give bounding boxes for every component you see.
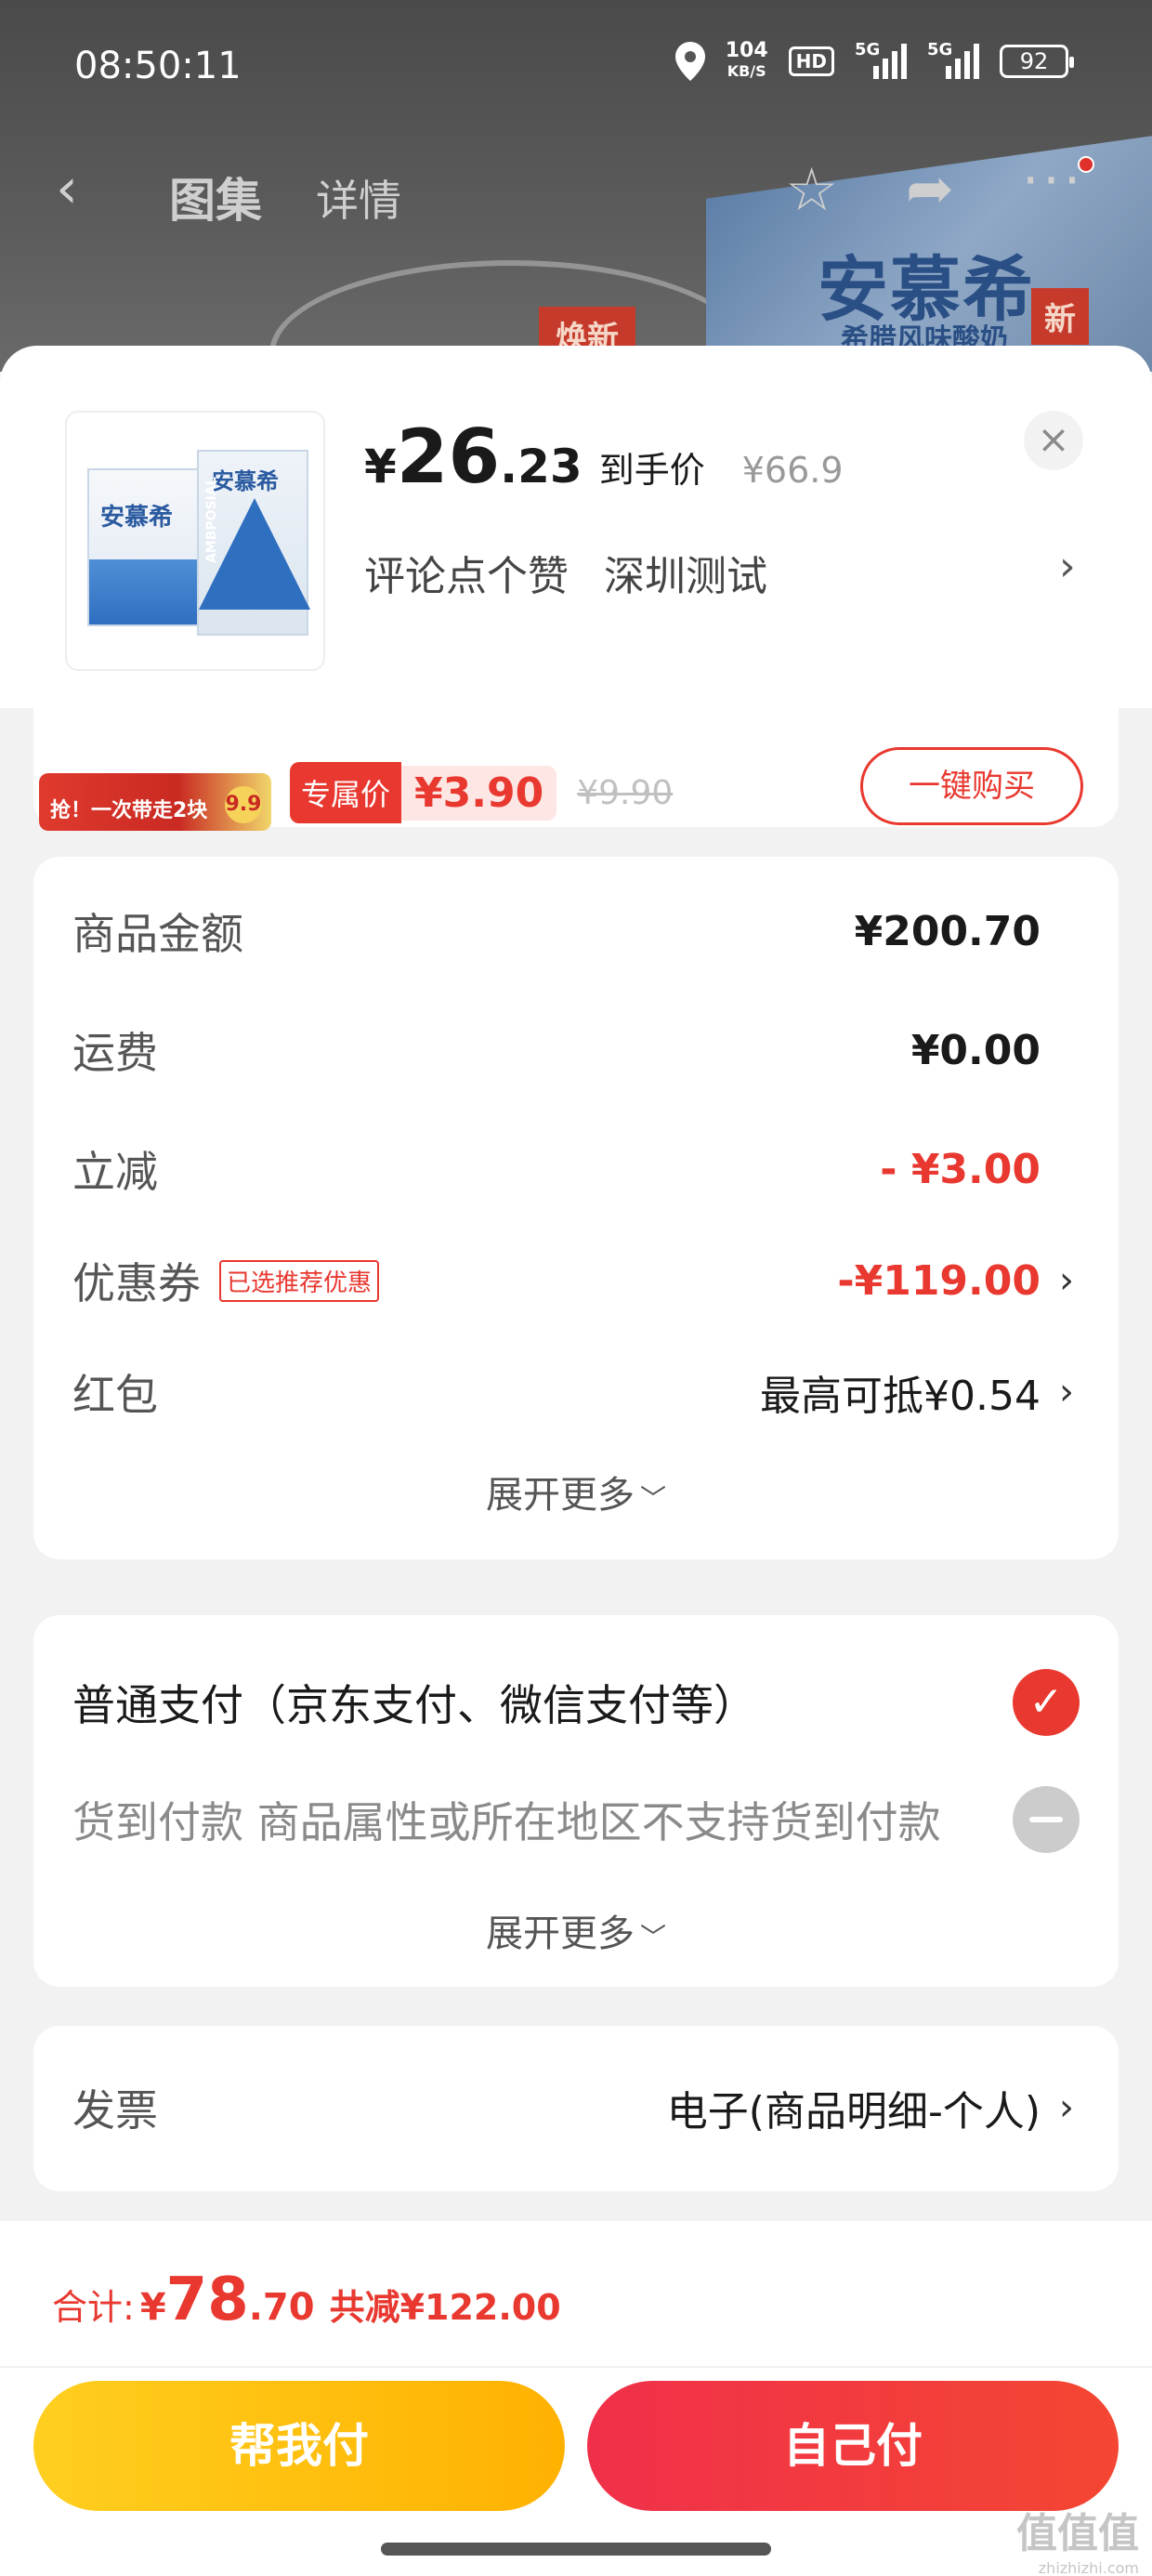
total-amount: 合计: ¥ 78 .70 共减¥122.00 bbox=[52, 2266, 561, 2334]
addon-original-price: ¥9.90 bbox=[577, 773, 674, 812]
expand-more-summary[interactable]: 展开更多 ﹀ bbox=[33, 1465, 1119, 1518]
summary-value: ¥0.00 bbox=[910, 1026, 1041, 1074]
addon-banner: 抢！一次带走2块 9.9 bbox=[39, 773, 271, 831]
total-symbol: ¥ bbox=[139, 2286, 166, 2329]
thumb-brand: 安慕希 bbox=[100, 504, 174, 532]
tab-detail[interactable]: 详情 bbox=[316, 167, 401, 229]
invoice-label: 发票 bbox=[72, 2085, 158, 2136]
summary-row-goods: 商品金额 ¥200.70 › bbox=[72, 903, 1080, 960]
chevron-down-icon: ﹀ bbox=[639, 1483, 666, 1514]
disabled-icon bbox=[1013, 1786, 1080, 1853]
status-icons: 104 KB/S HD 5G 5G 92 bbox=[674, 40, 1074, 82]
invoice-card[interactable]: 发票 电子(商品明细-个人) › bbox=[33, 2026, 1119, 2191]
addon-banner-badge: 9.9 bbox=[225, 786, 262, 823]
summary-value: -¥119.00 bbox=[837, 1256, 1041, 1305]
addon-price-value: ¥3.90 bbox=[401, 765, 557, 821]
summary-row-discount: 立减 - ¥3.00 › bbox=[72, 1141, 1080, 1198]
thumb-brand-2: 安慕希 bbox=[212, 468, 279, 494]
price-tag-label: 到手价 bbox=[598, 450, 705, 491]
chevron-right-icon: › bbox=[1059, 1371, 1074, 1413]
thumb-package-2: 安慕希 AMBPOSIAL bbox=[197, 450, 310, 636]
total-decimal: .70 bbox=[248, 2286, 315, 2329]
close-icon[interactable]: × bbox=[1024, 411, 1083, 470]
tab-gallery[interactable]: 图集 bbox=[169, 164, 262, 230]
summary-value: - ¥3.00 bbox=[880, 1145, 1041, 1193]
expand-more-payment[interactable]: 展开更多 ﹀ bbox=[33, 1903, 1119, 1957]
payment-option-cod: 货到付款 商品属性或所在地区不支持货到付款 bbox=[72, 1782, 1080, 1857]
total-saved: 共减¥122.00 bbox=[329, 2287, 561, 2328]
help-pay-button[interactable]: 帮我付 bbox=[33, 2381, 565, 2511]
self-pay-button[interactable]: 自己付 bbox=[587, 2381, 1119, 2511]
watermark-text: 值值值 bbox=[1016, 2510, 1139, 2557]
addon-banner-text: 抢！一次带走2块 bbox=[50, 799, 208, 822]
order-summary-card: 商品金额 ¥200.70 › 运费 ¥0.00 › 立减 - ¥3.00 › 优… bbox=[33, 857, 1119, 1559]
watermark-sub: zhizhizhi.com bbox=[1038, 2559, 1139, 2576]
addon-exclusive-tag: 专属价 bbox=[290, 762, 402, 823]
total-integer: 78 bbox=[165, 2266, 249, 2334]
payment-normal-label: 普通支付（京东支付、微信支付等） bbox=[72, 1680, 756, 1730]
price-decimal: .23 bbox=[500, 440, 583, 493]
checkout-footer: 合计: ¥ 78 .70 共减¥122.00 帮我付 自己付 bbox=[0, 2221, 1152, 2576]
divider bbox=[0, 2366, 1152, 2368]
comment-text: 评论点个赞 bbox=[364, 553, 569, 600]
summary-value: ¥200.70 bbox=[854, 907, 1041, 955]
summary-value: 最高可抵¥0.54 bbox=[760, 1373, 1041, 1420]
favorite-star-icon[interactable]: ☆ bbox=[785, 156, 838, 225]
summary-row-shipping: 运费 ¥0.00 › bbox=[72, 1022, 1080, 1079]
hd-icon: HD bbox=[788, 46, 834, 76]
thumb-side-text: AMBPOSIAL bbox=[204, 477, 219, 563]
payment-method-card: 普通支付（京东支付、微信支付等） ✓ 货到付款 商品属性或所在地区不支持货到付款… bbox=[33, 1615, 1119, 1987]
original-price: ¥66.9 bbox=[741, 450, 844, 491]
net-speed-value: 104 bbox=[725, 39, 768, 62]
signal-icon-2: 5G bbox=[927, 40, 979, 79]
summary-row-redpacket[interactable]: 红包 最高可抵¥0.54 › bbox=[72, 1364, 1080, 1420]
summary-label: 运费 bbox=[72, 1028, 158, 1078]
notification-dot bbox=[1078, 156, 1094, 173]
addon-price: 专属价 ¥3.90 ¥9.90 bbox=[290, 762, 673, 823]
net-speed-unit: KB/S bbox=[727, 62, 766, 80]
product-meta-row[interactable]: 评论点个赞 深圳测试 bbox=[364, 543, 767, 602]
chevron-down-icon: ﹀ bbox=[639, 1922, 666, 1952]
location-text: 深圳测试 bbox=[604, 553, 767, 600]
signal-label: 5G bbox=[855, 40, 881, 59]
price-symbol: ¥ bbox=[364, 440, 397, 493]
final-price: ¥ 26 .23 到手价 ¥66.9 bbox=[364, 420, 844, 494]
home-indicator[interactable] bbox=[381, 2543, 771, 2556]
location-icon bbox=[674, 42, 705, 81]
status-bar: 08:50:11 104 KB/S HD 5G 5G 92 bbox=[0, 0, 1152, 139]
invoice-value: 电子(商品明细-个人) bbox=[666, 2088, 1041, 2136]
summary-label: 优惠券 bbox=[72, 1258, 201, 1308]
coupon-selected-tag: 已选推荐优惠 bbox=[219, 1259, 380, 1302]
product-nav-bar: ‹ 图集 详情 ☆ ➦ ··· bbox=[0, 149, 1152, 232]
expand-more-label: 展开更多 bbox=[485, 1474, 635, 1517]
chevron-right-icon: › bbox=[1059, 2086, 1074, 2129]
summary-label: 红包 bbox=[72, 1370, 158, 1420]
chevron-right-icon[interactable]: › bbox=[1059, 543, 1076, 590]
more-icon[interactable]: ··· bbox=[1022, 149, 1084, 212]
battery-icon: 92 bbox=[1000, 45, 1074, 78]
checked-icon[interactable]: ✓ bbox=[1013, 1669, 1080, 1736]
share-icon[interactable]: ➦ bbox=[906, 154, 954, 222]
payment-cod-label: 货到付款 商品属性或所在地区不支持货到付款 bbox=[72, 1797, 941, 1847]
expand-more-label: 展开更多 bbox=[485, 1912, 635, 1955]
one-click-buy-button[interactable]: 一键购买 bbox=[860, 747, 1083, 825]
background-new-badge-2: 新 bbox=[1031, 288, 1089, 345]
chevron-right-icon: › bbox=[1059, 1259, 1074, 1302]
summary-label: 立减 bbox=[72, 1147, 158, 1197]
back-icon[interactable]: ‹ bbox=[56, 156, 78, 221]
signal-icon: 5G bbox=[855, 40, 907, 79]
summary-label: 商品金额 bbox=[72, 909, 243, 959]
signal-label-2: 5G bbox=[927, 40, 953, 59]
thumb-package-1: 安慕希 bbox=[87, 468, 199, 626]
total-label: 合计: bbox=[52, 2287, 135, 2328]
status-time: 08:50:11 bbox=[74, 45, 242, 87]
watermark: 值值值 zhizhizhi.com bbox=[1016, 2500, 1139, 2576]
payment-option-normal[interactable]: 普通支付（京东支付、微信支付等） ✓ bbox=[72, 1665, 1080, 1740]
invoice-row[interactable]: 发票 电子(商品明细-个人) › bbox=[72, 2080, 1080, 2136]
summary-row-coupon[interactable]: 优惠券 已选推荐优惠 -¥119.00 › bbox=[72, 1253, 1080, 1309]
product-thumbnail[interactable]: 安慕希 安慕希 AMBPOSIAL bbox=[65, 411, 325, 671]
net-speed: 104 KB/S bbox=[726, 41, 768, 82]
sheet-header: 安慕希 安慕希 AMBPOSIAL ¥ 26 .23 到手价 ¥66.9 × 评… bbox=[0, 346, 1152, 708]
price-integer: 26 bbox=[396, 414, 501, 500]
